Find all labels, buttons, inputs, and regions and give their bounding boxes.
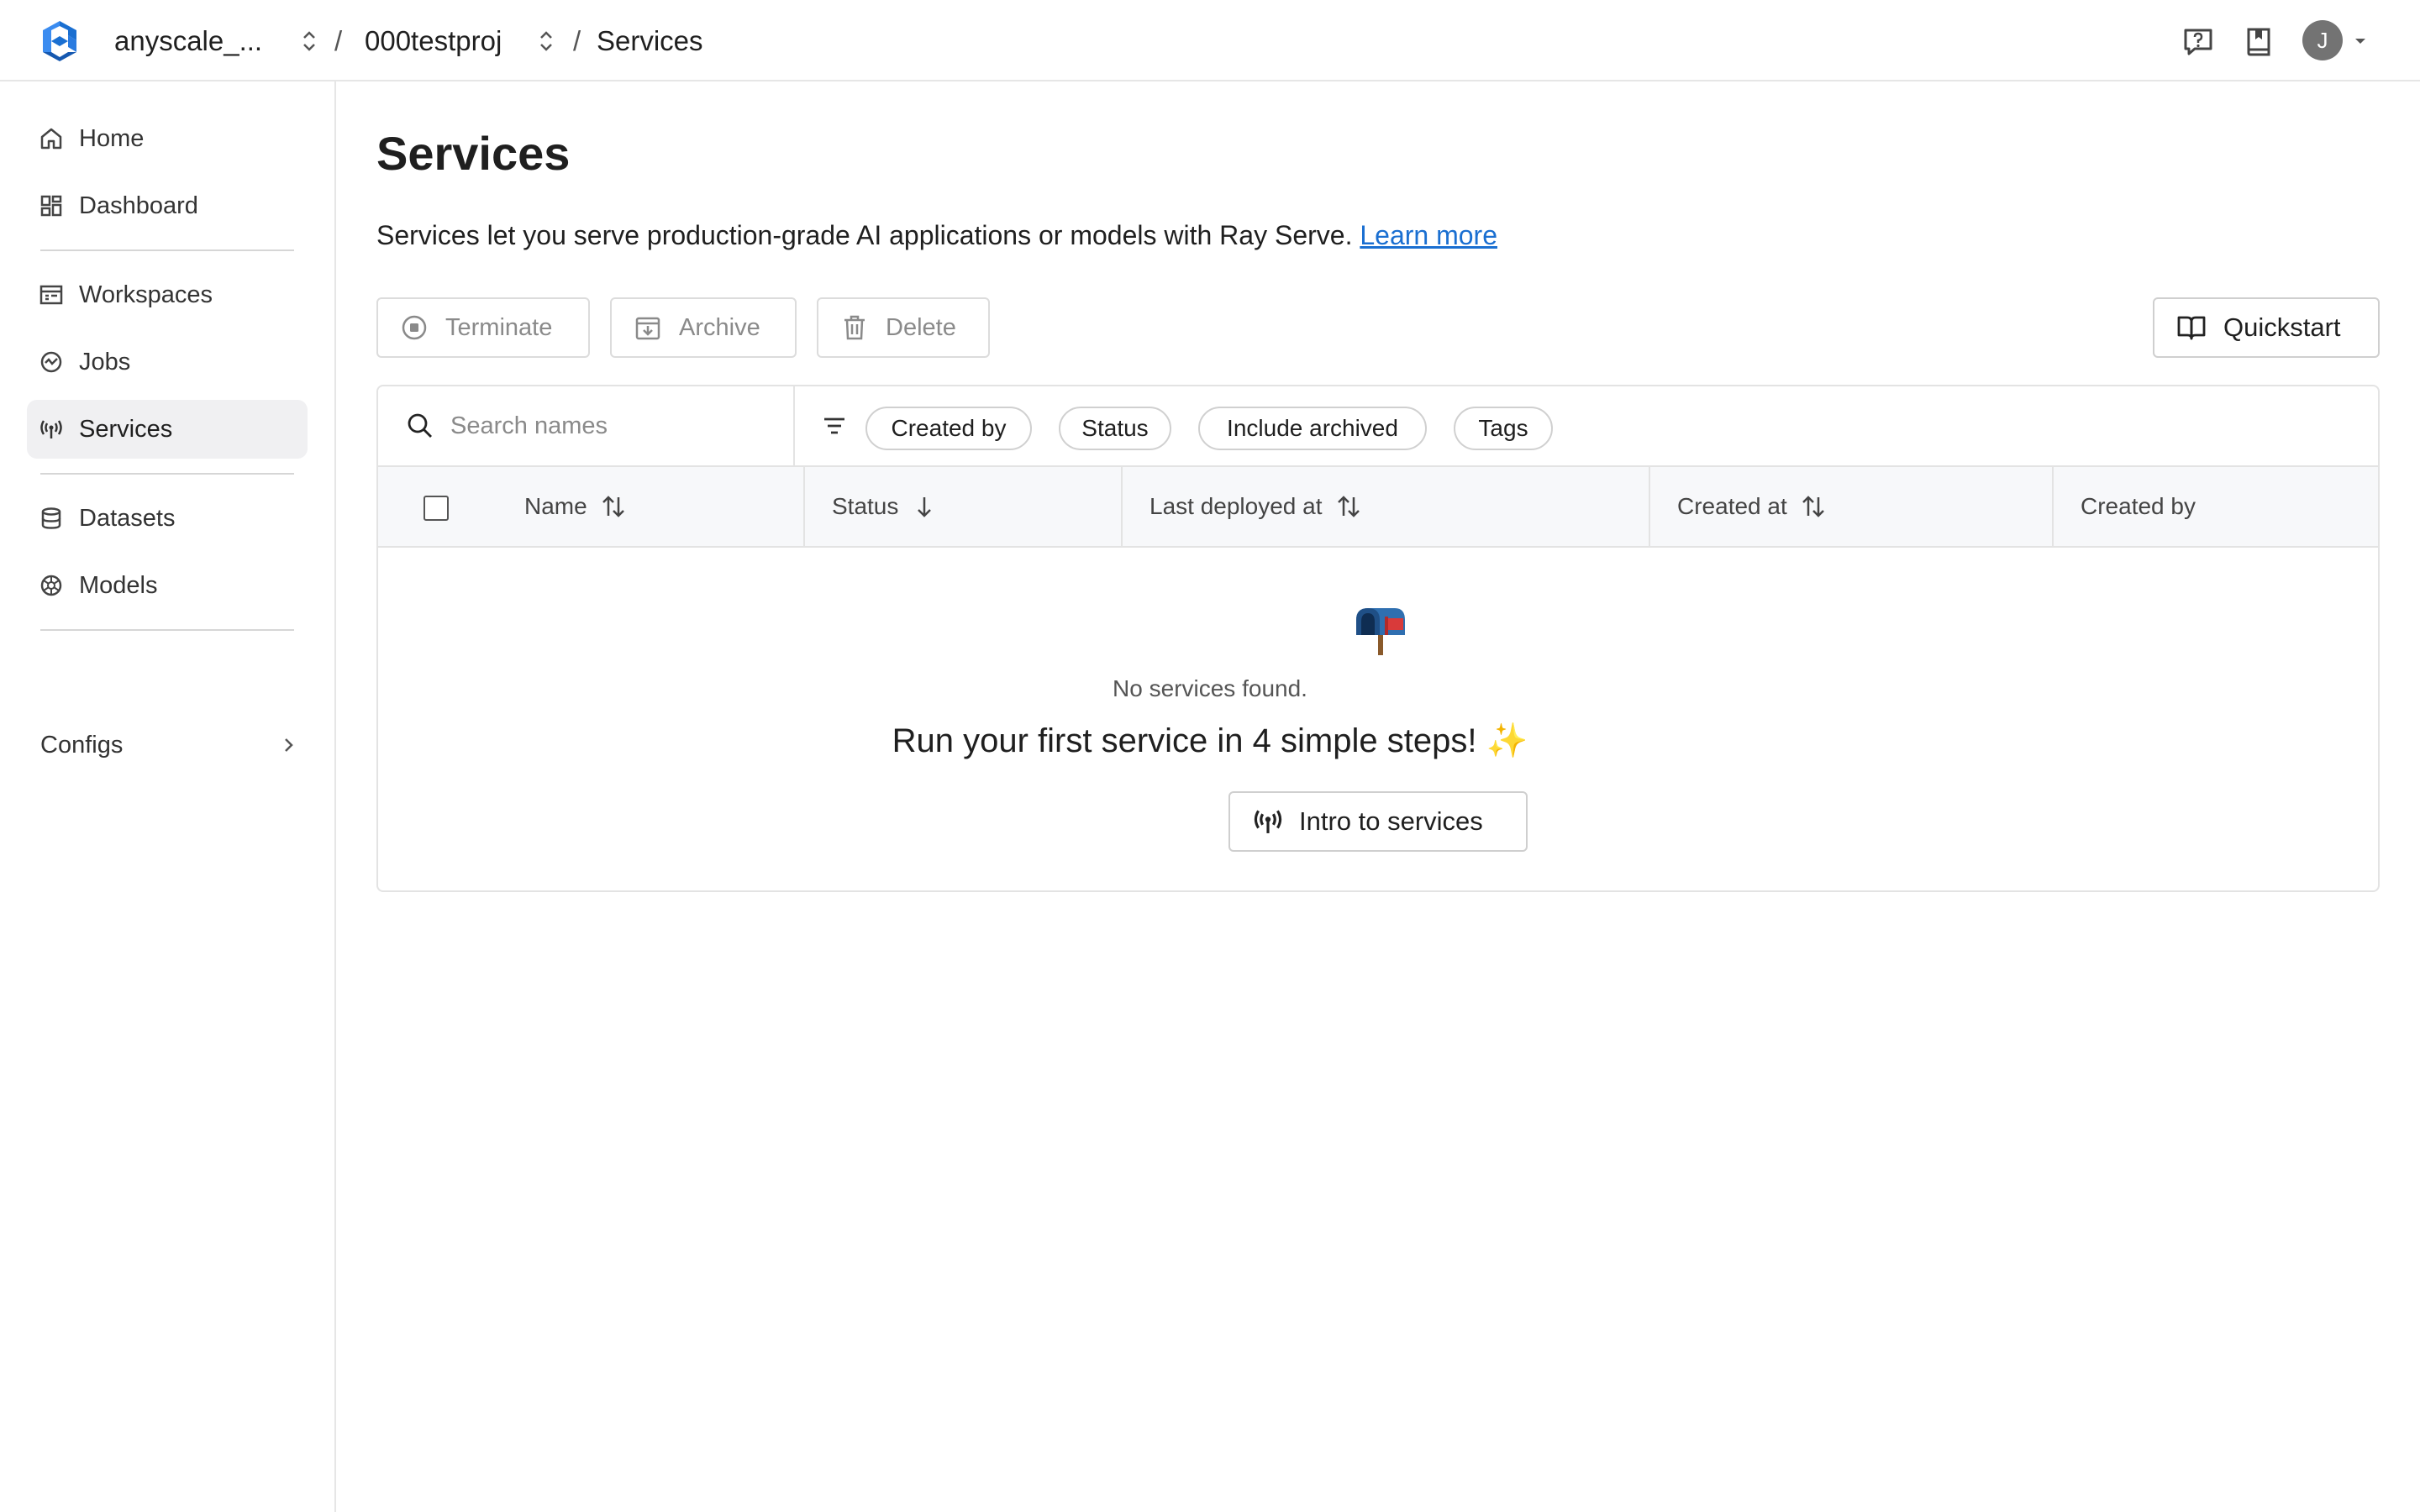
sidebar-item-models[interactable]: Models xyxy=(27,556,308,615)
sidebar-divider xyxy=(40,249,294,251)
sidebar-item-label: Workspaces xyxy=(79,281,213,308)
page-title: Services xyxy=(376,127,571,180)
search-input[interactable] xyxy=(450,412,770,440)
user-menu-caret-icon[interactable] xyxy=(2353,35,2368,47)
column-header-created-by: Created by xyxy=(2081,467,2196,546)
select-all-checkbox[interactable] xyxy=(424,496,449,521)
column-header-name[interactable]: Name xyxy=(524,467,628,546)
breadcrumb-separator: / xyxy=(573,24,581,56)
page-description: Services let you serve production-grade … xyxy=(376,220,1497,251)
empty-state-message: No services found. xyxy=(1113,675,1307,701)
sidebar-item-services[interactable]: Services xyxy=(27,400,308,459)
filter-bar: Created by Status Include archived Tags xyxy=(378,386,2378,467)
delete-button[interactable]: Delete xyxy=(817,297,990,358)
archive-label: Archive xyxy=(679,313,760,341)
org-switcher-chevron-icon[interactable] xyxy=(297,28,321,55)
column-label: Status xyxy=(832,493,899,519)
column-separator xyxy=(1121,467,1123,546)
services-icon xyxy=(1254,810,1282,833)
terminate-button[interactable]: Terminate xyxy=(376,297,590,358)
archive-icon xyxy=(635,317,660,340)
anyscale-logo-icon[interactable] xyxy=(37,18,82,64)
column-label: Created by xyxy=(2081,493,2196,519)
open-book-icon xyxy=(2177,316,2206,340)
column-header-last-deployed-at[interactable]: Last deployed at xyxy=(1150,467,1363,546)
filter-chip-include-archived[interactable]: Include archived xyxy=(1198,407,1427,450)
sidebar-item-workspaces[interactable]: Workspaces xyxy=(27,265,308,324)
project-switcher-chevron-icon[interactable] xyxy=(534,28,558,55)
services-icon xyxy=(40,420,62,438)
breadcrumb-org[interactable]: anyscale_... xyxy=(114,0,262,81)
sidebar-item-label: Services xyxy=(79,415,173,443)
intro-to-services-label: Intro to services xyxy=(1299,806,1483,836)
sidebar-item-label: Datasets xyxy=(79,504,176,532)
description-text: Services let you serve production-grade … xyxy=(376,220,1353,250)
sidebar-item-home[interactable]: Home xyxy=(27,109,308,168)
column-label: Last deployed at xyxy=(1150,493,1323,519)
sidebar-item-label: Home xyxy=(79,124,145,152)
column-label: Created at xyxy=(1677,493,1787,519)
mailbox-icon xyxy=(1356,608,1405,655)
terminate-label: Terminate xyxy=(445,313,553,341)
trash-icon xyxy=(844,315,865,340)
sidebar-item-label: Models xyxy=(79,571,158,599)
search-box[interactable] xyxy=(378,386,795,465)
datasets-icon xyxy=(41,507,61,529)
breadcrumb-separator: / xyxy=(334,24,343,56)
sidebar-item-datasets[interactable]: Datasets xyxy=(27,489,308,548)
home-icon xyxy=(40,128,62,150)
sidebar: Home Dashboard Workspaces Jobs Services … xyxy=(0,81,336,1512)
intro-to-services-button[interactable]: Intro to services xyxy=(1228,791,1528,852)
search-icon xyxy=(408,413,432,438)
breadcrumb-project[interactable]: 000testproj xyxy=(365,0,502,81)
empty-state-headline: Run your first service in 4 simple steps… xyxy=(892,722,1528,759)
filter-icon[interactable] xyxy=(820,412,849,440)
filter-chip-created-by[interactable]: Created by xyxy=(865,407,1032,450)
sidebar-divider xyxy=(40,629,294,631)
stop-circle-icon xyxy=(402,315,427,340)
models-icon xyxy=(40,575,62,596)
help-feedback-icon[interactable] xyxy=(2181,25,2215,59)
user-avatar[interactable]: J xyxy=(2302,20,2343,60)
docs-book-icon[interactable] xyxy=(2242,25,2275,59)
filter-chip-tags[interactable]: Tags xyxy=(1454,407,1553,450)
column-separator xyxy=(803,467,805,546)
sidebar-item-dashboard[interactable]: Dashboard xyxy=(27,176,308,235)
jobs-icon xyxy=(40,351,62,373)
top-bar: anyscale_... / 000testproj / Services J xyxy=(0,0,2420,81)
sidebar-divider xyxy=(40,473,294,475)
sort-both-icon[interactable] xyxy=(599,492,628,521)
sidebar-item-label: Dashboard xyxy=(79,192,198,219)
table-header: Name Status Last deployed at Created at xyxy=(378,467,2378,548)
column-header-created-at[interactable]: Created at xyxy=(1677,467,1828,546)
learn-more-link[interactable]: Learn more xyxy=(1360,220,1497,250)
sort-both-icon[interactable] xyxy=(1799,492,1828,521)
sidebar-item-jobs[interactable]: Jobs xyxy=(27,333,308,391)
sort-down-icon[interactable] xyxy=(910,492,939,521)
column-header-status[interactable]: Status xyxy=(832,467,939,546)
quickstart-button[interactable]: Quickstart xyxy=(2153,297,2380,358)
column-label: Name xyxy=(524,493,587,519)
delete-label: Delete xyxy=(886,313,956,341)
sort-both-icon[interactable] xyxy=(1334,492,1363,521)
sidebar-item-label: Jobs xyxy=(79,348,131,375)
quickstart-label: Quickstart xyxy=(2223,312,2341,342)
filter-chip-status[interactable]: Status xyxy=(1059,407,1171,450)
breadcrumb-page: Services xyxy=(597,24,703,56)
column-separator xyxy=(1649,467,1650,546)
column-separator xyxy=(2052,467,2054,546)
workspaces-icon xyxy=(39,285,63,305)
archive-button[interactable]: Archive xyxy=(610,297,797,358)
dashboard-icon xyxy=(40,195,62,217)
